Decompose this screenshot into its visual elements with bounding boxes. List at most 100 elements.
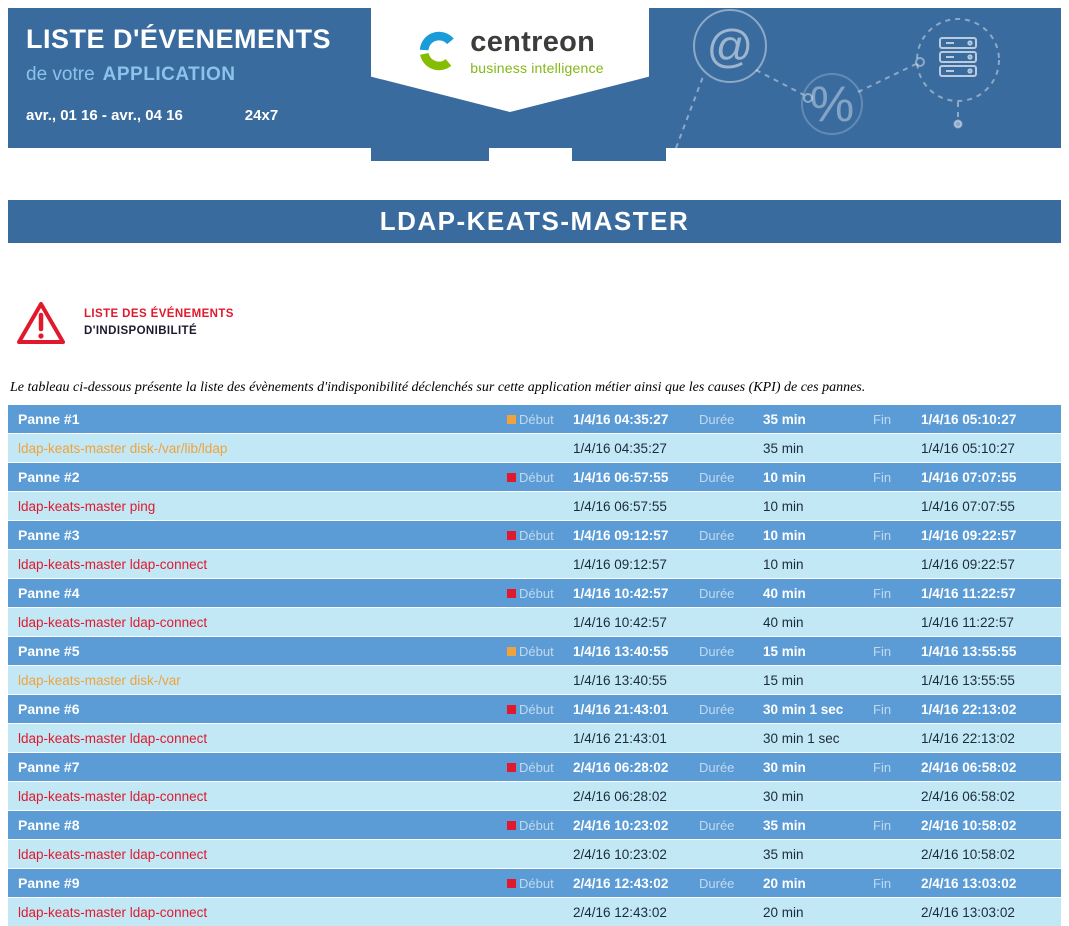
end-label: Fin	[873, 702, 921, 717]
kpi-duration-value: 35 min	[763, 847, 873, 862]
kpi-duration-value: 10 min	[763, 557, 873, 572]
event-detail-row: ldap-keats-master ldap-connect 1/4/16 10:…	[8, 608, 1061, 636]
start-label: Début	[519, 702, 573, 717]
duration-value: 35 min	[763, 412, 873, 427]
event-summary-row: Panne #1Début1/4/16 04:35:27Durée35 minF…	[8, 405, 1061, 433]
event-name: Panne #8	[8, 817, 503, 833]
report-subtitle: de votreAPPLICATION	[26, 64, 331, 86]
event-name: Panne #6	[8, 701, 503, 717]
event-name: Panne #4	[8, 585, 503, 601]
start-value: 2/4/16 10:23:02	[573, 818, 699, 833]
kpi-end-value: 1/4/16 13:55:55	[921, 673, 1061, 688]
logo-tagline: business intelligence	[470, 60, 603, 76]
event-summary-row: Panne #4Début1/4/16 10:42:57Durée40 minF…	[8, 579, 1061, 607]
logo-ribbon: centreon business intelligence	[371, 8, 649, 112]
end-label: Fin	[873, 528, 921, 543]
severity-square-icon	[507, 415, 516, 424]
severity-cell	[503, 647, 519, 656]
start-value: 1/4/16 10:42:57	[573, 586, 699, 601]
kpi-duration-value: 15 min	[763, 673, 873, 688]
start-label: Début	[519, 876, 573, 891]
end-label: Fin	[873, 760, 921, 775]
severity-square-icon	[507, 763, 516, 772]
reporting-period: 24x7	[245, 107, 278, 124]
kpi-name: ldap-keats-master disk-/var	[8, 673, 503, 688]
severity-cell	[503, 763, 519, 772]
end-value: 1/4/16 07:07:55	[921, 470, 1061, 485]
event-detail-row: ldap-keats-master ldap-connect1/4/16 21:…	[8, 724, 1061, 752]
duration-value: 15 min	[763, 644, 873, 659]
start-label: Début	[519, 528, 573, 543]
kpi-start-value: 2/4/16 10:23:02	[573, 847, 699, 862]
date-range: avr., 01 16 - avr., 04 16	[26, 107, 183, 124]
server-icon	[940, 38, 976, 76]
severity-cell	[503, 705, 519, 714]
percent-circle-icon	[802, 74, 862, 134]
kpi-start-value: 1/4/16 06:57:55	[573, 499, 699, 514]
severity-cell	[503, 879, 519, 888]
event-name: Panne #3	[8, 527, 503, 543]
severity-cell	[503, 531, 519, 540]
end-label: Fin	[873, 412, 921, 427]
event-summary-row: Panne #9Début2/4/16 12:43:02Durée20 minF…	[8, 869, 1061, 897]
start-value: 1/4/16 21:43:01	[573, 702, 699, 717]
start-value: 2/4/16 06:28:02	[573, 760, 699, 775]
severity-cell	[503, 589, 519, 598]
duration-label: Durée	[699, 876, 763, 891]
kpi-name: ldap-keats-master ldap-connect	[8, 557, 503, 572]
event-detail-row: ldap-keats-master ldap-connect 2/4/16 10:…	[8, 840, 1061, 868]
duration-value: 20 min	[763, 876, 873, 891]
events-table: Panne #1Début1/4/16 04:35:27Durée35 minF…	[8, 405, 1061, 926]
kpi-end-value: 2/4/16 10:58:02	[921, 847, 1061, 862]
kpi-start-value: 1/4/16 10:42:57	[573, 615, 699, 630]
severity-cell	[503, 415, 519, 424]
start-label: Début	[519, 760, 573, 775]
kpi-duration-value: 20 min	[763, 905, 873, 920]
ribbon-tail-right	[572, 148, 666, 161]
kpi-name: ldap-keats-master ldap-connect	[8, 615, 503, 630]
kpi-end-value: 1/4/16 05:10:27	[921, 441, 1061, 456]
end-value: 1/4/16 09:22:57	[921, 528, 1061, 543]
report-header-banner: @ % LISTE D'ÉVENEMENTS de votreAPPLICATI…	[8, 8, 1061, 148]
event-summary-row: Panne #5Début1/4/16 13:40:55Durée15 minF…	[8, 637, 1061, 665]
kpi-name: ldap-keats-master ldap-connect	[8, 905, 503, 920]
kpi-name: ldap-keats-master ldap-connect	[8, 847, 503, 862]
start-label: Début	[519, 818, 573, 833]
start-label: Début	[519, 470, 573, 485]
events-list-heading-line2: D'INDISPONIBILITÉ	[84, 323, 234, 340]
end-value: 2/4/16 13:03:02	[921, 876, 1061, 891]
event-name: Panne #1	[8, 411, 503, 427]
duration-label: Durée	[699, 818, 763, 833]
start-value: 1/4/16 04:35:27	[573, 412, 699, 427]
start-value: 1/4/16 06:57:55	[573, 470, 699, 485]
event-name: Panne #2	[8, 469, 503, 485]
event-summary-row: Panne #8Début2/4/16 10:23:02Durée35 minF…	[8, 811, 1061, 839]
duration-value: 10 min	[763, 470, 873, 485]
event-detail-row: ldap-keats-master ldap-connect2/4/16 06:…	[8, 782, 1061, 810]
duration-value: 10 min	[763, 528, 873, 543]
kpi-start-value: 1/4/16 21:43:01	[573, 731, 699, 746]
kpi-start-value: 1/4/16 13:40:55	[573, 673, 699, 688]
at-glyph-icon: @	[707, 20, 754, 72]
end-value: 2/4/16 10:58:02	[921, 818, 1061, 833]
event-summary-row: Panne #3Début1/4/16 09:12:57Durée10 minF…	[8, 521, 1061, 549]
subtitle-application: APPLICATION	[103, 64, 236, 85]
start-value: 2/4/16 12:43:02	[573, 876, 699, 891]
warning-triangle-icon	[16, 300, 66, 346]
event-summary-row: Panne #6Début1/4/16 21:43:01Durée30 min …	[8, 695, 1061, 723]
end-value: 1/4/16 13:55:55	[921, 644, 1061, 659]
severity-square-icon	[507, 589, 516, 598]
duration-label: Durée	[699, 470, 763, 485]
events-list-heading-line1: LISTE DES ÉVÉNEMENTS	[84, 306, 234, 323]
duration-value: 40 min	[763, 586, 873, 601]
start-value: 1/4/16 09:12:57	[573, 528, 699, 543]
kpi-duration-value: 30 min	[763, 789, 873, 804]
event-detail-row: ldap-keats-master ping1/4/16 06:57:5510 …	[8, 492, 1061, 520]
event-detail-row: ldap-keats-master ldap-connect1/4/16 09:…	[8, 550, 1061, 578]
centreon-logo-icon	[416, 28, 462, 74]
duration-label: Durée	[699, 644, 763, 659]
table-description: Le tableau ci-dessous présente la liste …	[10, 380, 1061, 396]
kpi-duration-value: 10 min	[763, 499, 873, 514]
end-value: 1/4/16 22:13:02	[921, 702, 1061, 717]
duration-value: 30 min	[763, 760, 873, 775]
